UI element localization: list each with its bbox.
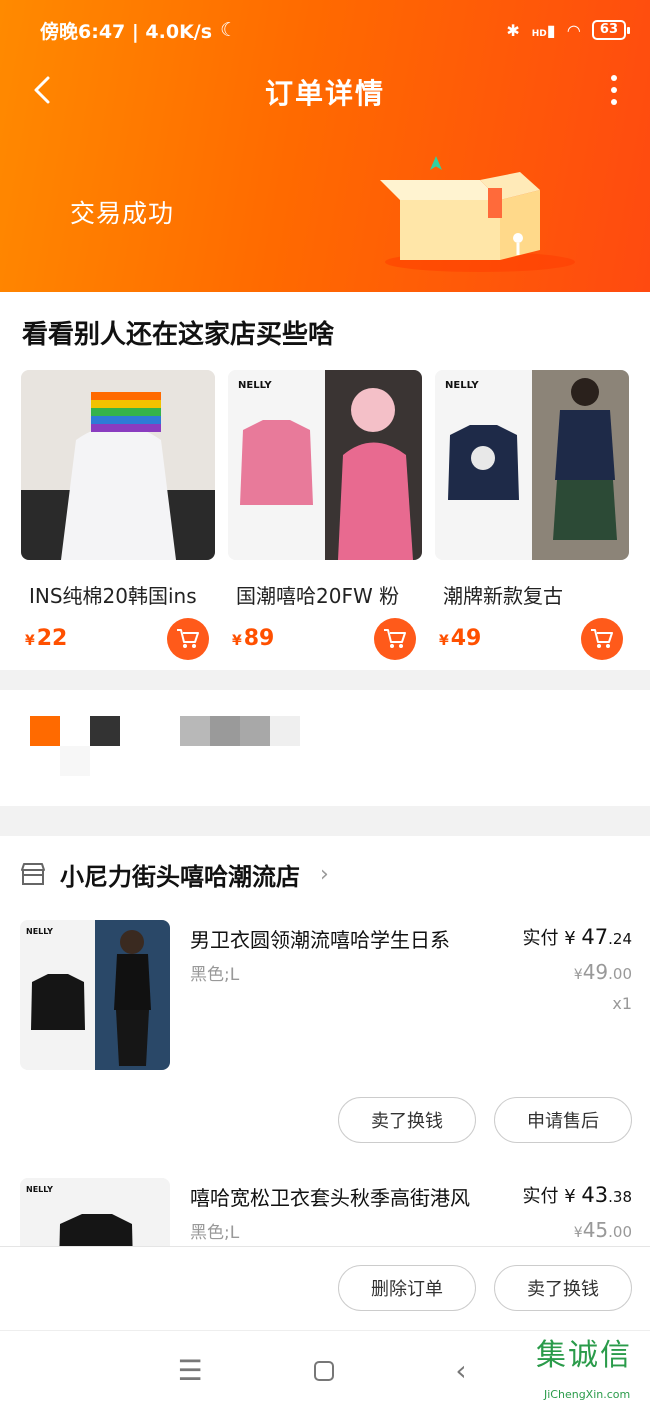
recommendation-price: ¥22 [25,626,68,651]
chevron-right-icon[interactable]: › [320,862,329,887]
order-item-paid-price: 实付 ¥ 43.38 [522,1183,632,1207]
shop-header[interactable]: 小尼力街头嘻哈潮流店 › [20,856,329,892]
order-item-sku: 黑色;L [190,1223,240,1243]
recommendation-title: 看看别人还在这家店买些啥 [22,320,335,350]
status-time: 傍晚6:47 | 4.0K/s [40,20,213,43]
redacted-info-section [0,690,650,806]
sell-for-cash-button[interactable]: 卖了换钱 [494,1265,632,1311]
recommendation-name: 国潮嘻哈20FW 粉 [236,584,400,608]
watermark-url: JiChengXin.com [544,1388,631,1401]
status-bar: 傍晚6:47 | 4.0K/s ☾ ✱ HD▮ ◠ 63 [40,14,631,46]
moon-icon: ☾ [220,19,238,41]
recommendation-section: 看看别人还在这家店买些啥 INS纯棉20韩国ins ¥22 NELLY 国潮嘻哈… [0,292,650,670]
gift-box-illustration [380,156,575,272]
svg-text:NELLY: NELLY [445,380,479,391]
redacted-block [60,746,90,776]
svg-text:NELLY: NELLY [26,1185,53,1194]
nav-bar: 订单详情 [0,62,650,118]
bottom-action-bar: 删除订单 卖了换钱 [0,1246,650,1330]
store-icon [21,863,45,885]
redacted-block [90,716,120,746]
order-item-quantity: x1 [612,994,632,1013]
recommendation-card[interactable]: NELLY 国潮嘻哈20FW 粉 ¥89 [228,370,422,660]
redacted-block [180,716,210,746]
after-sale-button[interactable]: 申请售后 [494,1097,632,1143]
order-item[interactable]: NELLY 男卫衣圆领潮流嘻哈学生日系 黑色;L 实付 ¥ 47.24 ¥49.… [0,920,650,1080]
shop-name[interactable]: 小尼力街头嘻哈潮流店 [60,857,300,892]
order-item-image[interactable]: NELLY [20,920,170,1070]
redacted-block [210,716,240,746]
order-item[interactable]: NELLY 嘻哈宽松卫衣套头秋季高街港风 黑色;L 实付 ¥ 43.38 ¥45… [0,1178,650,1246]
sell-for-cash-button[interactable]: 卖了换钱 [338,1097,476,1143]
order-item-original-price: ¥49.00 [573,960,632,984]
watermark-logo: 集诚信 [536,1338,632,1373]
system-back-icon[interactable]: ‹ [443,1353,479,1389]
product-image[interactable]: NELLY [228,370,422,560]
add-to-cart-button[interactable] [581,618,623,660]
product-image[interactable] [21,370,215,560]
home-icon[interactable] [306,1353,342,1389]
redacted-block [30,716,60,746]
bluetooth-icon: ✱ [506,20,520,40]
add-to-cart-button[interactable] [167,618,209,660]
order-item-sku: 黑色;L [190,965,240,985]
order-item-image[interactable]: NELLY [20,1178,170,1246]
order-section: 小尼力街头嘻哈潮流店 › NELLY 男卫衣圆领潮流嘻哈学生日系 黑色;L 实付… [0,836,650,1246]
redacted-block [240,716,270,746]
redacted-block [270,716,300,746]
watermark: 集诚信 JiChengXin.com [534,1330,650,1408]
svg-text:NELLY: NELLY [26,927,53,936]
product-image[interactable]: NELLY [435,370,629,560]
order-item-title: 男卫衣圆领潮流嘻哈学生日系 [190,928,450,952]
recommendation-name: INS纯棉20韩国ins [29,584,197,608]
recommendation-price: ¥89 [232,626,275,651]
order-item-original-price: ¥45.00 [573,1218,632,1242]
wifi-icon: ◠ [567,20,580,40]
signal-icon: HD▮ [531,20,556,40]
cart-icon [177,629,199,648]
order-header: 傍晚6:47 | 4.0K/s ☾ ✱ HD▮ ◠ 63 订单详情 交易成功 [0,0,650,292]
order-item-title: 嘻哈宽松卫衣套头秋季高街港风 [190,1186,470,1210]
recommendation-name: 潮牌新款复古 [443,584,563,608]
menu-icon[interactable]: ☰ [172,1353,208,1389]
recommendation-card[interactable]: INS纯棉20韩国ins ¥22 [21,370,215,660]
cart-icon [591,629,613,648]
recommendation-card[interactable]: NELLY 潮牌新款复古 ¥49 [435,370,629,660]
recommendation-price: ¥49 [439,626,482,651]
delete-order-button[interactable]: 删除订单 [338,1265,476,1311]
battery-icon: 63 [591,20,631,40]
order-status-text: 交易成功 [70,199,175,228]
more-options-icon[interactable] [608,72,620,108]
add-to-cart-button[interactable] [374,618,416,660]
order-item-paid-price: 实付 ¥ 47.24 [522,925,632,949]
cart-icon [384,629,406,648]
svg-text:NELLY: NELLY [238,380,272,391]
page-title: 订单详情 [264,77,385,110]
